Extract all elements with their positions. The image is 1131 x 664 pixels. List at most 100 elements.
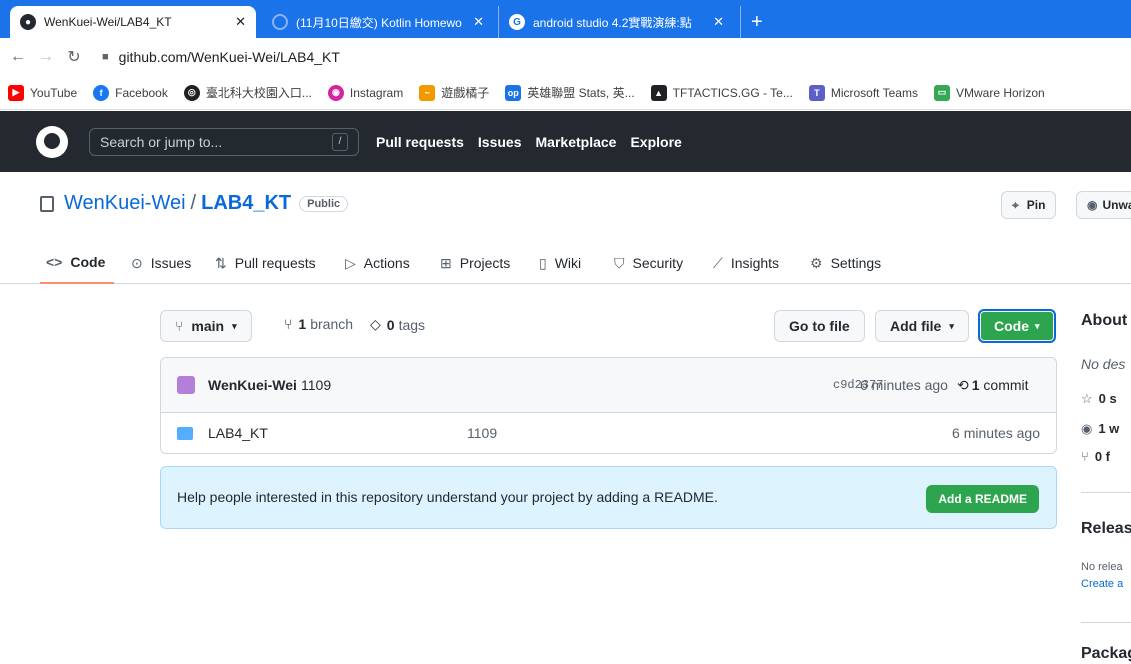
branch-select[interactable]: ⑂ main ▾ [160,310,252,342]
repo-title: WenKuei-Wei / LAB4_KT Public [40,192,349,215]
reload-icon[interactable]: ↻ [60,47,88,67]
commit-author[interactable]: WenKuei-Wei [208,377,297,393]
forward-icon[interactable]: → [32,48,60,66]
bookmark-youtube[interactable]: ▶ YouTube [8,84,77,101]
browser-tab-kotlin[interactable]: (11月10日繳交) Kotlin Homewo ✕ [262,6,494,38]
nav-marketplace[interactable]: Marketplace [536,134,617,150]
about-heading: About [1081,312,1128,329]
tab-title: android studio 4.2實戰演練:點 [533,15,692,30]
tab-label: Pull requests [234,255,316,271]
lock-icon: ■ [102,51,109,63]
youtube-icon: ▶ [8,84,24,101]
tab-wiki[interactable]: ▯ Wiki [539,242,581,284]
nav-pull-requests[interactable]: Pull requests [376,134,464,150]
branch-count: 1 [298,316,307,332]
tab-label: Security [632,255,684,271]
tab-issues[interactable]: ⊙ Issues [131,242,191,284]
releases-heading[interactable]: Releas [1081,520,1131,538]
code-button[interactable]: Code ▾ [978,309,1056,343]
new-tab-button[interactable]: + [740,6,773,38]
file-commit-message[interactable]: 1109 [467,425,497,441]
commit-count-link[interactable]: ⟲ 1 commit [957,377,1029,394]
table-row: LAB4_KT 1109 6 minutes ago [161,413,1056,453]
shield-icon: ⛉ [614,254,625,271]
tab-actions[interactable]: ▷ Actions [345,242,410,284]
pull-request-icon: ⇅ [215,254,227,271]
vmware-icon: ▭ [933,84,950,101]
folder-icon [177,427,193,440]
close-icon[interactable]: ✕ [465,14,484,30]
repo-icon [40,195,54,212]
star-icon: ☆ [1081,391,1093,406]
tab-code[interactable]: <> Code [40,242,114,284]
tab-settings[interactable]: ⚙ Settings [810,242,881,284]
nav-explore[interactable]: Explore [630,134,681,150]
branch-icon: ⑂ [284,316,293,332]
watch-label: Unwatch [1102,198,1131,212]
create-release-link[interactable]: Create a [1081,578,1131,590]
repo-owner-link[interactable]: WenKuei-Wei [64,192,186,215]
github-logo-icon[interactable] [36,125,68,158]
bookmark-label: Microsoft Teams [830,85,918,100]
tag-count: 0 [386,316,395,333]
search-input[interactable]: Search or jump to... / [89,127,359,156]
bookmark-teams[interactable]: T Microsoft Teams [808,84,918,101]
address-bar-row: ← → ↻ ■ github.com/WenKuei-Wei/LAB4_KT [0,38,1131,76]
file-name[interactable]: LAB4_KT [208,425,268,441]
tab-insights[interactable]: ⟋ Insights [713,242,779,284]
repo-name-link[interactable]: LAB4_KT [201,192,291,215]
go-to-file-button[interactable]: Go to file [774,310,865,342]
back-icon[interactable]: ← [4,48,32,66]
bookmark-lol[interactable]: op 英雄聯盟 Stats, 英... [505,84,635,101]
watchers-link[interactable]: ◉ 1 w [1081,421,1131,437]
search-shortcut-key: / [332,132,348,151]
url-field[interactable]: ■ github.com/WenKuei-Wei/LAB4_KT [102,49,340,65]
avatar[interactable] [177,376,195,394]
tab-security[interactable]: ⛉ Security [614,242,683,284]
gamania-icon: ~ [419,84,436,101]
book-icon: ▯ [539,254,547,271]
bookmark-label: 英雄聯盟 Stats, 英... [527,86,635,100]
tab-title: (11月10日繳交) Kotlin Homewo [296,15,462,30]
readme-prompt: Help people interested in this repositor… [160,466,1057,529]
github-icon: ● [20,14,36,30]
tags-link[interactable]: ◇ 0 tags [370,316,425,333]
bookmark-gamania[interactable]: ~ 遊戲橘子 [419,84,489,101]
chevron-down-icon: ▾ [949,320,954,331]
tab-pull-requests[interactable]: ⇅ Pull requests [215,242,316,284]
tab-projects[interactable]: ⊞ Projects [440,242,510,284]
bookmark-label: Facebook [115,85,168,100]
issue-icon: ⊙ [131,254,143,271]
stars-count: 0 s [1098,391,1117,406]
forks-link[interactable]: ⑂ 0 f [1081,449,1131,464]
bookmark-label: 遊戲橘子 [441,86,490,100]
commit-time: 6 minutes ago [860,377,948,393]
code-label: Code [994,318,1029,334]
header-nav: Pull requests Issues Marketplace Explore [376,134,682,150]
bookmarks-bar: ▶ YouTube f Facebook ◎ 臺北科大校園入口... ◉ Instagr… [0,76,1131,110]
browser-tab-android[interactable]: G android studio 4.2實戰演練:點 ✕ [498,6,734,38]
add-readme-button[interactable]: Add a README [926,485,1039,513]
file-listing: WenKuei-Wei 1109 c9d2377 6 minutes ago ⟲… [160,357,1057,454]
commit-message[interactable]: 1109 [301,377,331,393]
history-icon: ⟲ [957,377,969,393]
bookmark-vmware[interactable]: ▭ VMware Horizon [933,84,1045,101]
add-file-button[interactable]: Add file ▾ [875,310,969,342]
bookmark-facebook[interactable]: f Facebook [93,84,168,101]
bookmark-ntut[interactable]: ◎ 臺北科大校園入口... [183,84,312,101]
packages-heading[interactable]: Packag [1081,645,1131,663]
bookmark-instagram[interactable]: ◉ Instagram [327,84,403,101]
close-icon[interactable]: ✕ [227,14,246,30]
nav-issues[interactable]: Issues [478,134,522,150]
browser-tab-github[interactable]: ● WenKuei-Wei/LAB4_KT ✕ [10,6,256,38]
close-icon[interactable]: ✕ [705,14,724,30]
loading-icon [272,14,288,30]
repo-separator: / [190,192,197,214]
branches-link[interactable]: ⑂ 1 branch [284,316,353,332]
readme-prompt-text: Help people interested in this repositor… [177,489,718,505]
watch-button[interactable]: ◉ Unwatch [1076,191,1131,219]
bookmark-tftactics[interactable]: ▲ TFTACTICS.GG - Te... [650,84,793,101]
pin-button[interactable]: ⌖ Pin [1001,191,1057,219]
play-icon: ▷ [345,254,356,271]
stars-link[interactable]: ☆ 0 s [1081,391,1131,407]
